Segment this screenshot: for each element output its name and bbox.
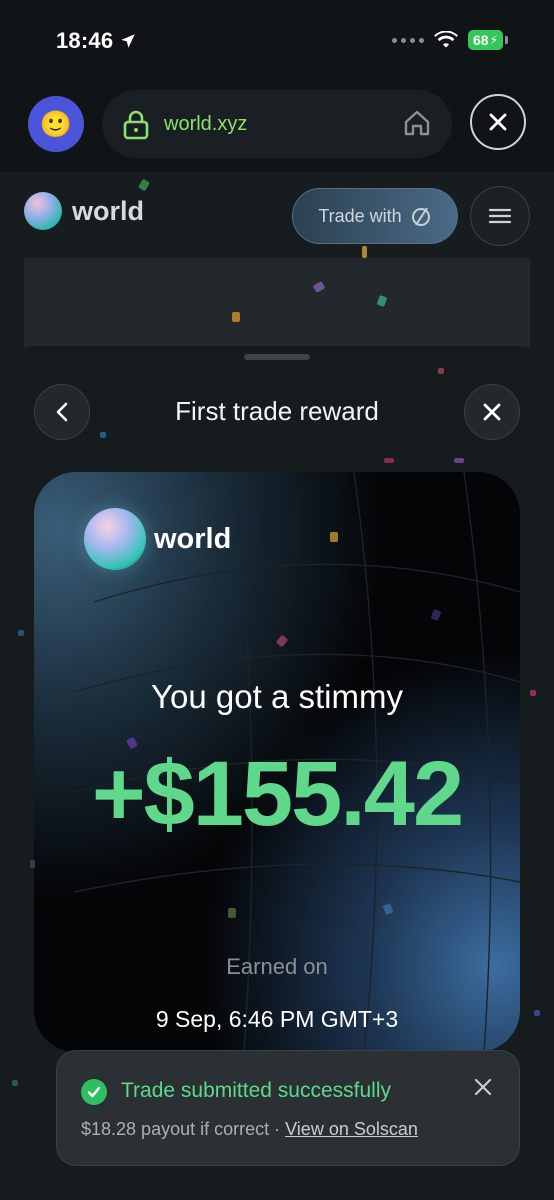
hamburger-icon bbox=[488, 208, 512, 224]
reward-headline: You got a stimmy bbox=[151, 678, 403, 715]
battery-tip bbox=[505, 36, 508, 44]
reward-card: world You got a stimmy +$155.42 Earned o… bbox=[34, 472, 520, 1052]
browser-bar: 🙂 world.xyz bbox=[0, 80, 554, 172]
toast-subtitle: $18.28 payout if correct · View on Solsc… bbox=[81, 1119, 418, 1140]
battery-level: 68 bbox=[472, 32, 489, 48]
toast-close-icon[interactable] bbox=[473, 1077, 493, 1097]
location-arrow-icon bbox=[121, 34, 136, 48]
wifi-icon bbox=[433, 31, 458, 48]
status-time: 18:46 bbox=[56, 28, 137, 54]
avatar-emoji: 🙂 bbox=[39, 108, 73, 139]
world-orb-logo bbox=[84, 508, 146, 570]
view-on-solscan-link[interactable]: View on Solscan bbox=[285, 1119, 418, 1139]
close-browser-button[interactable] bbox=[470, 94, 526, 150]
sheet-close-button[interactable] bbox=[464, 384, 520, 440]
clock-text: 18:46 bbox=[56, 28, 114, 53]
check-circle-icon bbox=[81, 1079, 107, 1105]
card-logo-text: world bbox=[154, 522, 232, 555]
success-toast: Trade submitted successfully $18.28 payo… bbox=[56, 1050, 520, 1166]
earned-date: 9 Sep, 6:46 PM GMT+3 bbox=[155, 1006, 399, 1032]
battery-icon: 68 ⚡ bbox=[467, 30, 503, 50]
home-icon[interactable] bbox=[402, 108, 432, 138]
card-logo: world bbox=[84, 508, 231, 570]
ring-logo-icon bbox=[411, 207, 430, 226]
avatar[interactable]: 🙂 bbox=[28, 96, 84, 152]
payout-text: $18.28 payout if correct · bbox=[81, 1119, 281, 1139]
close-icon bbox=[489, 113, 507, 131]
close-icon bbox=[483, 403, 501, 421]
status-indicators: 68 ⚡ bbox=[391, 30, 508, 50]
sheet-grabber[interactable] bbox=[244, 354, 310, 360]
reward-amount: +$155.42 bbox=[91, 743, 464, 845]
earned-label: Earned on bbox=[226, 954, 328, 979]
url-text: world.xyz bbox=[164, 113, 248, 135]
world-orb-logo bbox=[24, 192, 62, 230]
url-bar[interactable]: world.xyz bbox=[102, 90, 452, 158]
signal-icon bbox=[391, 37, 424, 43]
trade-button-label: Trade with bbox=[318, 205, 402, 226]
site-logo[interactable]: world bbox=[24, 192, 144, 230]
menu-button[interactable] bbox=[470, 186, 530, 246]
lock-icon bbox=[123, 110, 149, 140]
status-bar: 18:46 68 ⚡ bbox=[0, 0, 554, 80]
toast-title: Trade submitted successfully bbox=[121, 1079, 391, 1102]
trade-with-button[interactable]: Trade with bbox=[292, 188, 458, 244]
site-logo-text: world bbox=[72, 195, 144, 226]
